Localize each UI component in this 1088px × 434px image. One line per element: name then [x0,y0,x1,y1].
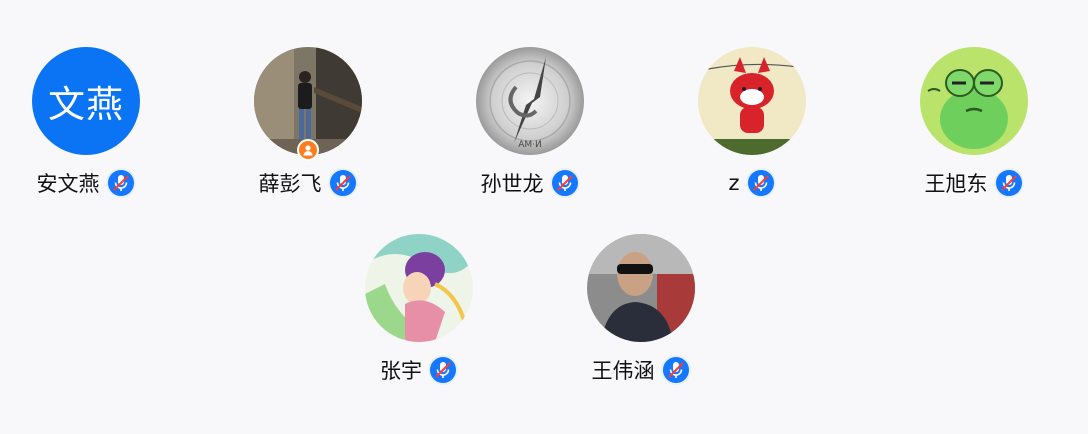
muted-mic-icon[interactable] [428,355,458,385]
muted-mic-icon[interactable] [745,168,776,198]
participant-name: 安文燕 [36,172,100,196]
participant-name: 王旭东 [924,172,988,196]
muted-mic-icon[interactable] [660,355,691,385]
muted-mic-icon[interactable] [105,168,136,198]
avatar[interactable] [254,47,362,161]
participant-name: 王伟涵 [591,359,655,383]
participant-tile[interactable]: 王伟涵 [561,234,721,385]
avatar-image [920,47,1028,155]
muted-mic-icon[interactable] [993,168,1024,198]
participant-name: z [728,171,740,195]
avatar-image [698,47,806,155]
avatar-image [365,234,473,342]
muted-mic-icon[interactable] [549,168,580,198]
svg-text:AM·И: AM·И [518,140,542,150]
avatar[interactable] [698,47,806,155]
avatar-photo [587,234,695,342]
participant-name: 张宇 [380,359,422,383]
avatar[interactable] [365,234,473,342]
participant-tile[interactable]: 张宇 [339,234,499,385]
avatar[interactable]: 文燕 [32,47,140,155]
participant-tile[interactable]: 薛彭飞 [228,47,388,198]
avatar[interactable] [587,234,695,342]
participant-name: 薛彭飞 [258,172,322,196]
participant-tile[interactable]: 文燕 安文燕 [6,47,166,198]
avatar-initials: 文燕 [32,47,140,155]
muted-mic-icon[interactable] [327,168,358,198]
person-icon [297,139,319,161]
participant-tile[interactable]: z [672,47,832,198]
avatar[interactable]: AM·И [476,47,584,155]
avatar-image: AM·И [476,47,584,155]
participant-name: 孙世龙 [480,172,544,196]
avatar[interactable] [920,47,1028,155]
participant-tile[interactable]: AM·И 孙世龙 [450,47,610,198]
participant-tile[interactable]: 王旭东 [894,47,1054,198]
